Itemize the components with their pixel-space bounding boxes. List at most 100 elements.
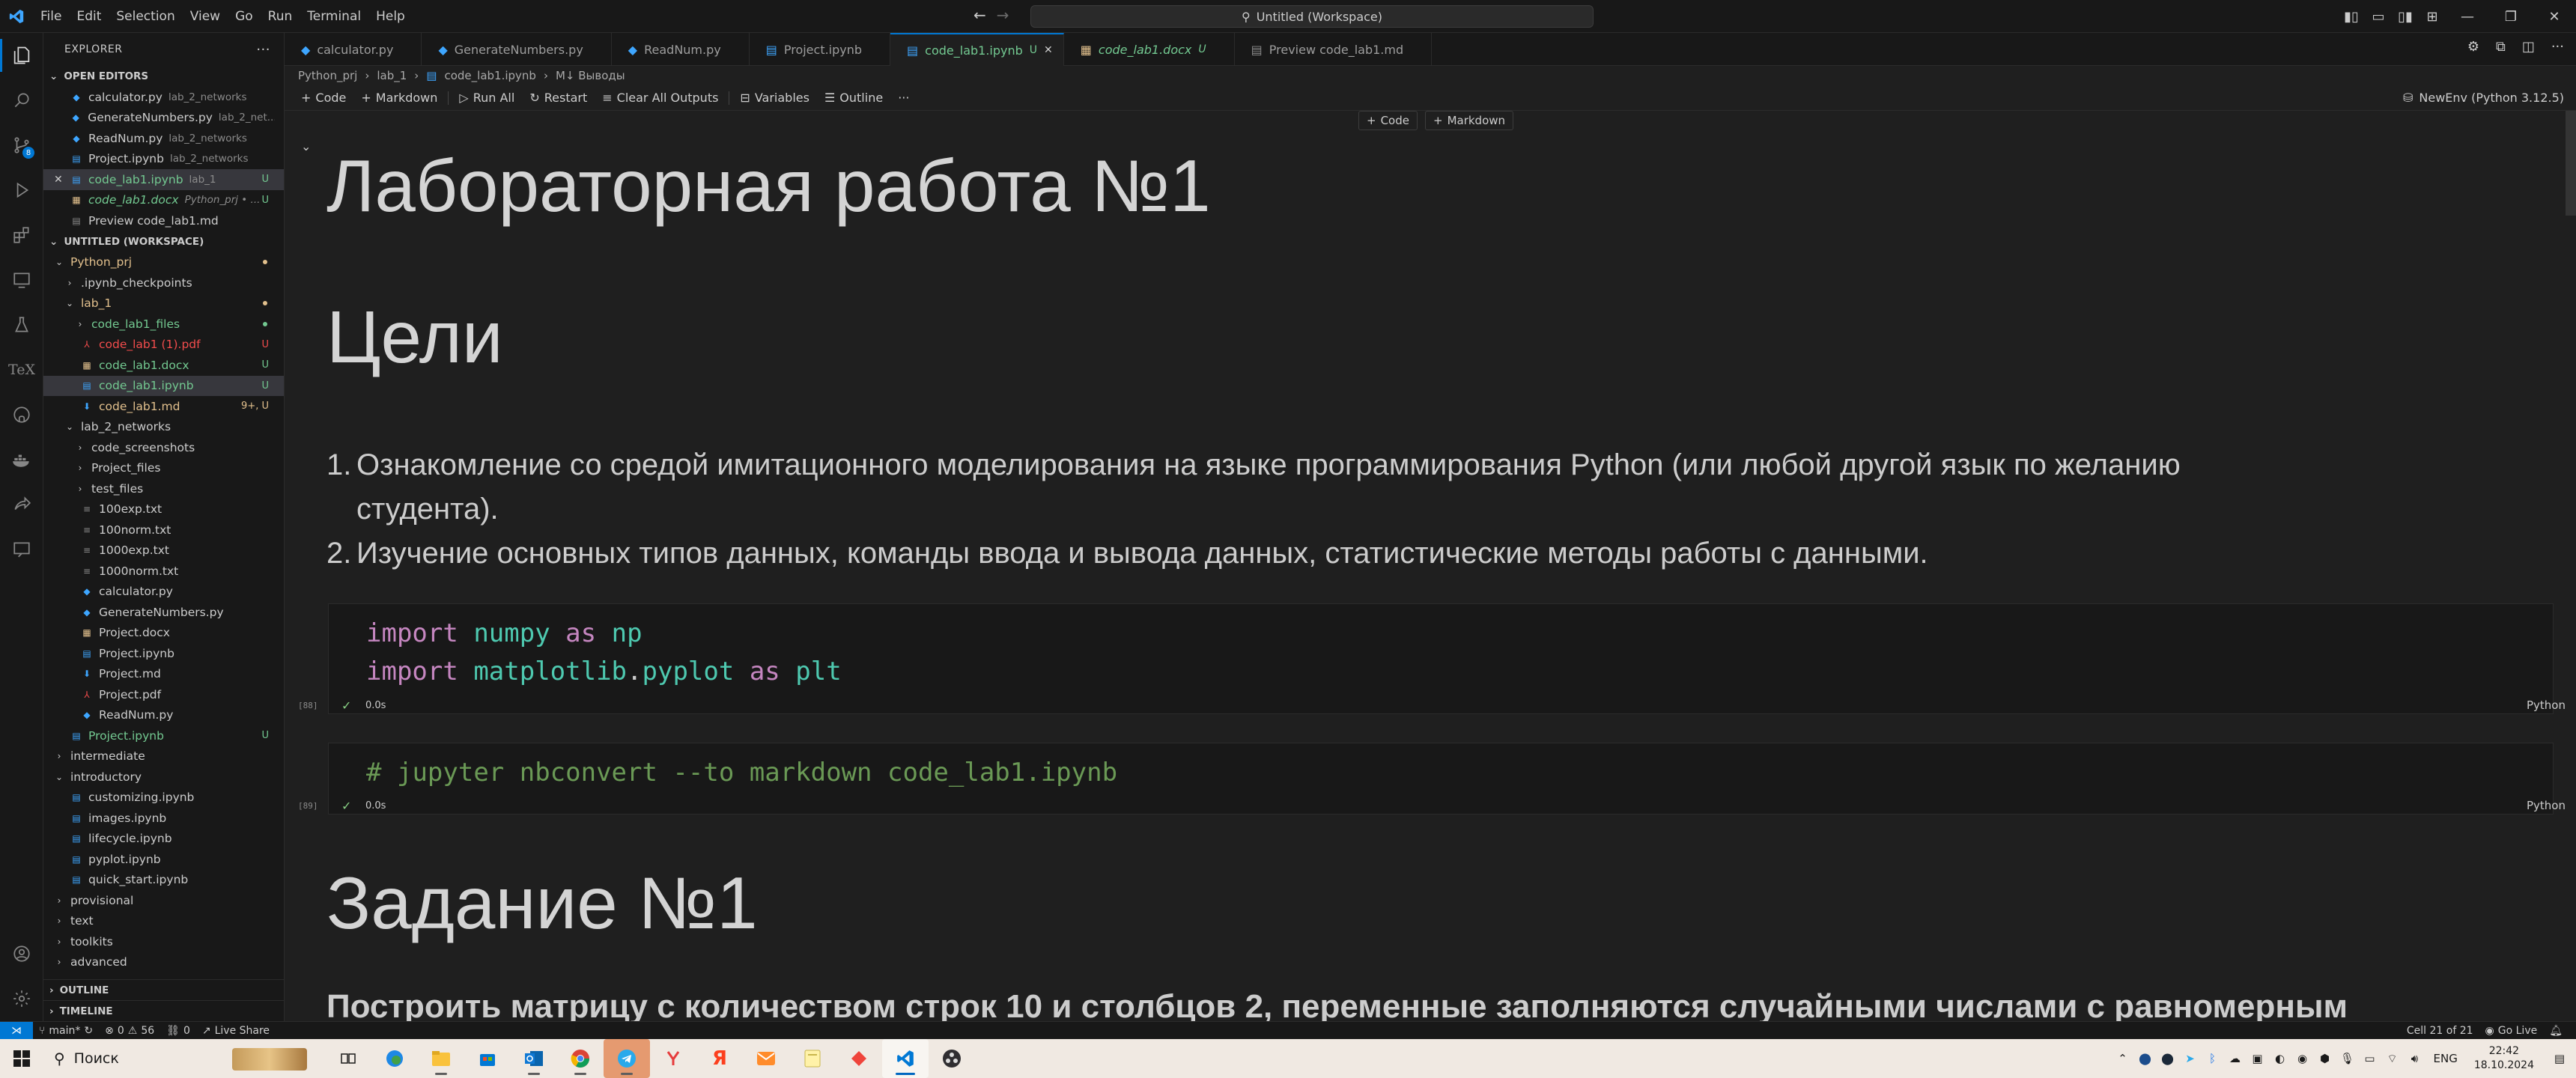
tree-folder[interactable]: › code_lab1_files [43,314,284,335]
search-icon[interactable] [0,78,43,123]
menu-file[interactable]: File [33,0,69,33]
tree-file[interactable]: ≡ 1000norm.txt [43,561,284,582]
tray-steam-icon[interactable]: ⬤ [2157,1052,2179,1065]
docker-icon[interactable] [0,437,43,482]
tree-folder[interactable]: ⌄ Python_prj [43,252,284,273]
breadcrumb-item[interactable]: lab_1 [377,69,407,82]
breadcrumb-item[interactable]: M↓ Выводы [556,69,625,82]
live-share-icon[interactable] [0,482,43,527]
open-changes-icon[interactable]: ⧉ [2496,39,2506,55]
manage-gear-icon[interactable] [0,976,43,1021]
forward-arrow-icon[interactable]: → [997,6,1009,24]
vscode-taskbar-icon[interactable] [882,1039,929,1078]
tree-file[interactable]: ▤ quick_start.ipynb [43,870,284,891]
add-code-cell-button[interactable]: + Code [294,91,353,105]
chrome-icon[interactable] [557,1039,604,1078]
menu-terminal[interactable]: Terminal [300,0,368,33]
tray-chevron-up-icon[interactable]: ⌃ [2112,1052,2134,1065]
tree-folder[interactable]: › toolkits [43,931,284,952]
tree-file[interactable]: ▤ images.ipynb [43,808,284,829]
tree-file[interactable]: ▤ lifecycle.ipynb [43,829,284,850]
tree-folder[interactable]: › Project_files [43,458,284,479]
edge-browser-icon[interactable] [371,1039,418,1078]
live-share-status[interactable]: ↗ Live Share [196,1025,276,1037]
menu-selection[interactable]: Selection [109,0,182,33]
timeline-header[interactable]: › TIMELINE [43,1001,285,1022]
tree-folder[interactable]: ⌄ introductory [43,767,284,788]
menu-view[interactable]: View [183,0,228,33]
open-editors-header[interactable]: ⌄ OPEN EDITORS [43,66,284,87]
tray-onedrive-icon[interactable]: ☁ [2224,1052,2247,1065]
problems-status[interactable]: ⊗ 0 ⚠ 56 [99,1025,160,1037]
open-editor-item[interactable]: ✕ ▤ code_lab1.ipynb lab_1 U [43,169,284,190]
toolbar-more-button[interactable]: ··· [890,91,917,105]
split-editor-icon[interactable]: ◫ [2522,39,2535,55]
run-debug-icon[interactable] [0,168,43,213]
more-actions-icon[interactable]: ··· [256,42,270,58]
add-markdown-cell-button[interactable]: + Markdown [353,91,445,105]
notifications-bell-icon[interactable]: 🔔︎ [2543,1025,2569,1037]
more-actions-icon[interactable]: ··· [2551,39,2564,55]
branch-status[interactable]: ⑂ main* ↻ [33,1025,99,1037]
tray-app-icon[interactable]: ◐ [2269,1052,2291,1065]
variables-button[interactable]: ⊟ Variables [732,91,817,105]
tree-file[interactable]: ▦ code_lab1.docx U [43,355,284,376]
tray-microphone-icon[interactable]: 🎙︎ [2336,1052,2359,1065]
taskbar-search[interactable]: ⚲ Поиск [43,1044,313,1074]
open-editor-item[interactable]: ✕▦code_lab1.docxPython_prj • ...U [43,190,284,211]
toggle-panel-icon[interactable]: ▭ [2365,9,2392,25]
tree-file[interactable]: ⅄ Project.pdf [43,684,284,705]
remote-indicator-icon[interactable]: ⋊ [0,1021,33,1040]
cell-language[interactable]: Python [2527,698,2566,712]
menu-help[interactable]: Help [368,0,413,33]
menu-edit[interactable]: Edit [69,0,109,33]
tree-file[interactable]: ≡ 100exp.txt [43,499,284,520]
cell-language[interactable]: Python [2527,799,2566,812]
editor-tab[interactable]: ◆ calculator.py [285,33,422,66]
ports-status[interactable]: ⛓ 0 [160,1025,196,1037]
tree-file[interactable]: ▤ pyplot.ipynb [43,849,284,870]
breadcrumb-item[interactable]: code_lab1.ipynb [444,69,535,82]
back-arrow-icon[interactable]: ← [973,6,986,24]
outline-header[interactable]: › OUTLINE [43,980,285,1001]
breadcrumb-item[interactable]: Python_prj [298,69,357,82]
workspace-header[interactable]: ⌄ UNTITLED (WORKSPACE) [43,231,284,252]
telegram-icon[interactable] [604,1039,650,1078]
tray-app-icon[interactable]: ⬢ [2314,1052,2336,1065]
code-editor[interactable]: import numpy as np import matplotlib.pyp… [329,604,2553,691]
yandex-icon[interactable]: Я [696,1039,743,1078]
close-icon[interactable]: ✕ [54,174,70,186]
chat-icon[interactable] [0,527,43,572]
restart-button[interactable]: ↻ Restart [522,91,595,105]
tray-app-icon[interactable]: ⬤ [2134,1052,2157,1065]
tree-file[interactable]: ≡ 1000exp.txt [43,540,284,561]
open-editor-item[interactable]: ✕◆calculator.pylab_2_networks [43,87,284,108]
tree-file[interactable]: ▤ code_lab1.ipynb U [43,375,284,396]
editor-tab[interactable]: ◆ ReadNum.py [612,33,750,66]
editor-tab[interactable]: ▤ Project.ipynb [750,33,891,66]
outline-button[interactable]: ☰ Outline [817,91,890,105]
task-view-icon[interactable] [325,1039,371,1078]
tree-folder[interactable]: › intermediate [43,746,284,767]
open-editor-item[interactable]: ✕▤Preview code_lab1.md [43,210,284,231]
tray-battery-icon[interactable]: ▭ [2359,1052,2381,1065]
tray-volume-icon[interactable]: 🔊︎ [2404,1052,2426,1065]
minimize-icon[interactable]: — [2446,9,2489,25]
tree-folder[interactable]: › provisional [43,890,284,911]
open-editor-item[interactable]: ✕▤Project.ipynblab_2_networks [43,149,284,170]
code-editor[interactable]: # jupyter nbconvert --to markdown code_l… [329,743,2553,792]
tray-network-icon[interactable]: ⌔ [2381,1052,2404,1066]
tree-folder[interactable]: › advanced [43,952,284,973]
tree-folder[interactable]: ⌄ lab_1 [43,293,284,314]
tree-file[interactable]: ▤ Project.ipynb [43,643,284,664]
account-icon[interactable] [0,931,43,976]
tree-file[interactable]: ▦ Project.docx [43,623,284,644]
toggle-primary-sidebar-icon[interactable]: ▮▯ [2338,9,2365,25]
tree-file[interactable]: ◆ calculator.py [43,582,284,603]
obs-icon[interactable] [929,1039,975,1078]
file-explorer-icon[interactable] [418,1039,464,1078]
extensions-icon[interactable] [0,213,43,258]
outlook-icon[interactable] [511,1039,557,1078]
open-editor-item[interactable]: ✕◆GenerateNumbers.pylab_2_net... [43,108,284,129]
cell-position[interactable]: Cell 21 of 21 [2401,1025,2479,1037]
